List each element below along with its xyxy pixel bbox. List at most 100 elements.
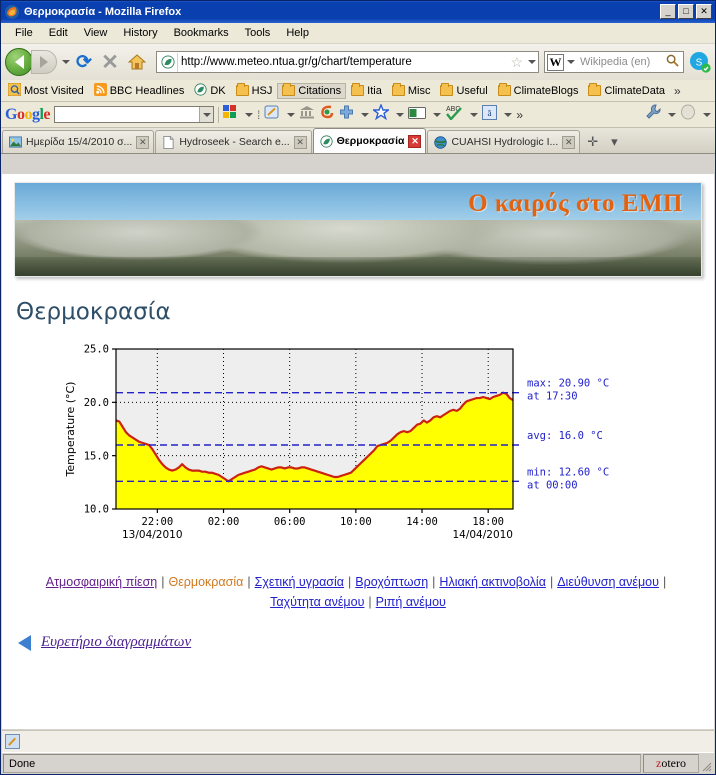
tab-imerida[interactable]: Ημερίδα 15/4/2010 σ... ✕ — [2, 130, 155, 153]
edit-pencil-icon[interactable] — [5, 734, 20, 749]
bookmark-climateblogs[interactable]: ClimateBlogs — [493, 83, 584, 99]
url-dropdown-icon[interactable] — [528, 60, 536, 64]
forward-button[interactable] — [31, 50, 57, 74]
bookmark-misc[interactable]: Misc — [387, 83, 436, 99]
window-controls: _ □ ✕ — [660, 4, 712, 19]
link-separator: | — [432, 575, 436, 589]
firefox-window: Θερμοκρασία - Mozilla Firefox _ □ ✕ File… — [0, 0, 716, 775]
tab-close-icon[interactable]: ✕ — [293, 135, 307, 149]
y-tick-label: 10.0 — [84, 504, 109, 516]
back-button[interactable] — [5, 48, 33, 76]
google-search-input[interactable] — [54, 106, 215, 123]
link-atmospheric-pressure[interactable]: Ατμοσφαιρική πίεση — [46, 575, 157, 589]
chevron-down-icon[interactable] — [433, 112, 442, 117]
search-icon[interactable] — [666, 54, 679, 70]
bookmark-citations[interactable]: Citations — [277, 82, 347, 99]
wrench-icon[interactable] — [645, 104, 661, 125]
tab-hydroseek[interactable]: Hydroseek - Search e... ✕ — [155, 130, 312, 153]
search-input[interactable]: Wikipedia (en) — [575, 56, 666, 68]
translate-icon[interactable]: ā — [482, 104, 498, 125]
link-relative-humidity[interactable]: Σχετική υγρασία — [255, 575, 344, 589]
bookmark-star-icon[interactable] — [371, 103, 391, 125]
link-wind-speed[interactable]: Ταχύτητα ανέμου — [270, 595, 364, 609]
tab-close-icon[interactable]: ✕ — [562, 135, 576, 149]
link-rainfall[interactable]: Βροχόπτωση — [355, 575, 428, 589]
menu-history[interactable]: History — [115, 25, 165, 41]
x-tick-label: 18:00 — [472, 516, 504, 528]
close-button[interactable]: ✕ — [696, 4, 712, 19]
chevron-down-icon[interactable] — [504, 112, 513, 117]
tab-thermokrasia[interactable]: Θερμοκρασία ✕ — [312, 128, 427, 153]
plus-icon[interactable] — [339, 105, 354, 125]
link-chart-index[interactable]: Ευρετήριο διαγραμμάτων — [41, 634, 191, 651]
bookmark-climatedata[interactable]: ClimateData — [583, 83, 670, 99]
chevron-down-icon[interactable] — [287, 112, 296, 117]
search-bar[interactable]: W Wikipedia (en) — [544, 51, 684, 73]
url-text[interactable]: http://www.meteo.ntua.gr/g/chart/tempera… — [181, 56, 508, 68]
highlight-icon[interactable] — [408, 106, 427, 124]
menu-bookmarks[interactable]: Bookmarks — [166, 25, 237, 41]
wikipedia-icon[interactable]: W — [547, 53, 564, 71]
site-favicon — [159, 52, 178, 72]
minimize-button[interactable]: _ — [660, 4, 676, 19]
spellcheck-icon[interactable]: ABC — [445, 104, 463, 125]
new-tab-button[interactable]: ✛ — [581, 131, 604, 153]
chevron-down-icon[interactable] — [668, 112, 676, 117]
bookmark-bbc-headlines[interactable]: BBC Headlines — [89, 81, 190, 101]
chevron-down-icon[interactable] — [470, 112, 479, 117]
search-engine-dropdown-icon[interactable] — [567, 60, 575, 64]
link-solar-radiation[interactable]: Ηλιακή ακτινοβολία — [439, 575, 546, 589]
annotation-text-min: at 00:00 — [527, 479, 578, 491]
google-apps-icon[interactable] — [223, 104, 238, 125]
x-axis-date-right: 14/04/2010 — [452, 529, 513, 541]
menu-view[interactable]: View — [76, 25, 116, 41]
bookmark-useful[interactable]: Useful — [435, 83, 492, 99]
link-wind-direction[interactable]: Διεύθυνση ανέμου — [557, 575, 659, 589]
menu-bar: File Edit View History Bookmarks Tools H… — [1, 23, 715, 44]
resize-grip[interactable] — [700, 753, 714, 774]
stop-icon[interactable]: ✕ — [98, 50, 122, 74]
autolink-icon[interactable] — [319, 104, 335, 125]
chevron-down-icon[interactable] — [703, 112, 711, 117]
google-search-dropdown-icon[interactable] — [199, 107, 214, 122]
bookmark-star-icon[interactable]: ☆ — [510, 54, 523, 71]
chevron-down-icon[interactable] — [361, 112, 370, 117]
bookmark-itia[interactable]: Itia — [346, 83, 387, 99]
chevron-down-icon[interactable] — [245, 112, 254, 117]
status-text: Done — [3, 754, 641, 773]
image-icon — [9, 135, 22, 149]
y-tick-label: 25.0 — [84, 344, 109, 356]
back-triangle-icon[interactable] — [18, 634, 31, 651]
bookmark-hsj[interactable]: HSJ — [231, 83, 278, 99]
bookmark-label: Most Visited — [24, 84, 84, 97]
menu-tools[interactable]: Tools — [237, 25, 279, 41]
reload-icon[interactable]: ⟳ — [72, 50, 96, 74]
skype-icon[interactable]: S — [689, 51, 711, 73]
tab-close-icon[interactable]: ✕ — [136, 135, 150, 149]
chevron-down-icon[interactable] — [396, 112, 405, 117]
y-tick-label: 20.0 — [84, 397, 109, 409]
menu-edit[interactable]: Edit — [41, 25, 76, 41]
bookmarks-overflow-icon[interactable]: » — [670, 84, 685, 98]
divider-icon — [218, 106, 220, 123]
url-bar[interactable]: http://www.meteo.ntua.gr/g/chart/tempera… — [156, 51, 539, 73]
bookmark-most-visited[interactable]: Most Visited — [3, 81, 89, 101]
bookmark-label: HSJ — [251, 84, 273, 97]
tab-close-icon[interactable]: ✕ — [408, 134, 422, 148]
link-wind-gust[interactable]: Ριπή ανέμου — [376, 595, 446, 609]
bank-icon[interactable] — [299, 105, 315, 124]
home-icon[interactable] — [124, 50, 150, 74]
google-logo: Google — [5, 105, 51, 123]
google-toolbar-overflow-icon[interactable]: » — [516, 108, 523, 122]
notes-icon[interactable] — [264, 105, 280, 125]
zotero-button[interactable]: z otero — [643, 754, 699, 773]
bookmark-dk[interactable]: DK — [189, 81, 230, 101]
history-dropdown-icon[interactable] — [62, 60, 70, 64]
menu-help[interactable]: Help — [278, 25, 317, 41]
folder-icon — [588, 83, 602, 96]
account-icon[interactable] — [680, 104, 696, 125]
maximize-button[interactable]: □ — [678, 4, 694, 19]
menu-file[interactable]: File — [7, 25, 41, 41]
tab-cuahsi[interactable]: CUAHSI Hydrologic I... ✕ — [427, 130, 581, 153]
tab-list-dropdown-icon[interactable]: ▾ — [605, 131, 624, 153]
